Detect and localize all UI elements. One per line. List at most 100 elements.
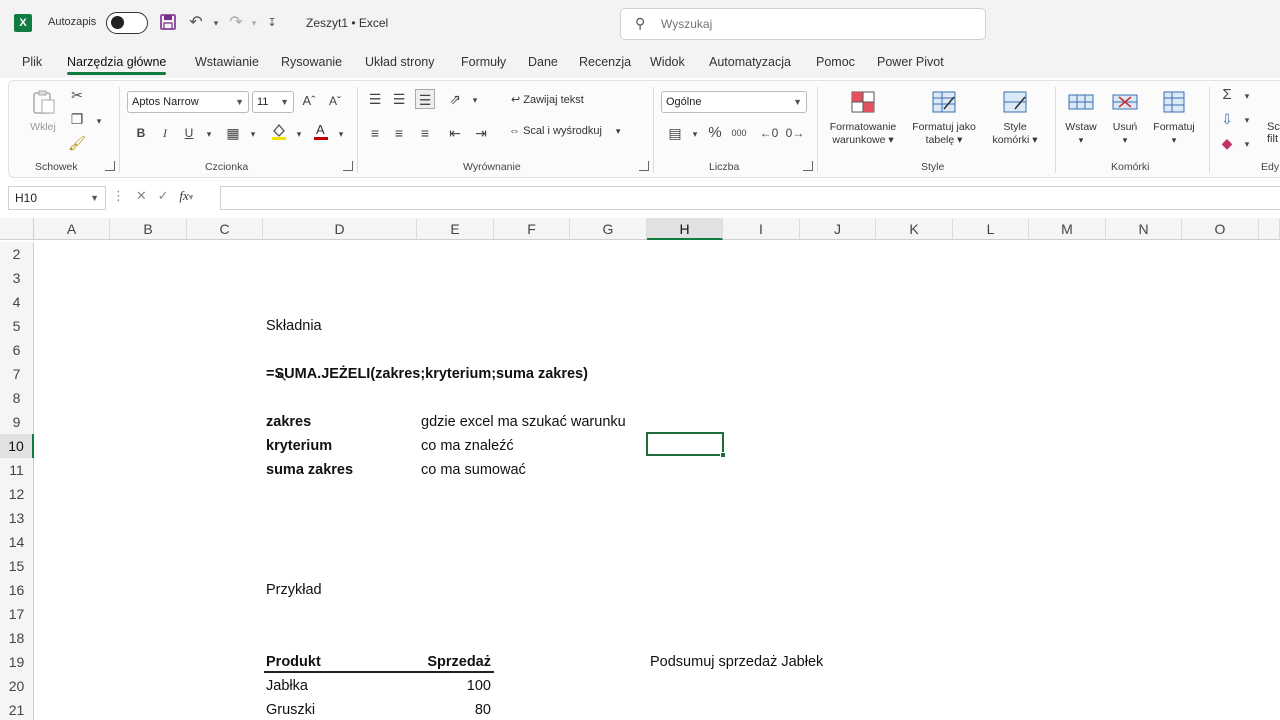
customize-toolbar-icon[interactable]: ↧ <box>262 13 282 33</box>
cancel-icon[interactable]: ✕ <box>136 188 147 203</box>
font-color-dropdown-icon[interactable]: ▾ <box>331 124 351 144</box>
insert-cells-button[interactable]: Wstaw ▾ <box>1061 89 1101 147</box>
italic-button[interactable]: I <box>155 123 175 143</box>
search-input[interactable] <box>661 14 961 34</box>
column-header-f[interactable]: F <box>494 218 570 240</box>
undo-dropdown-icon[interactable]: ▾ <box>206 13 226 33</box>
clear-icon[interactable]: ◆ <box>1217 133 1237 153</box>
row-header-2[interactable]: 2 <box>0 242 34 266</box>
row-header-4[interactable]: 4 <box>0 290 34 314</box>
underline-dropdown-icon[interactable]: ▾ <box>199 124 219 144</box>
redo-icon[interactable]: ↷ <box>226 13 246 33</box>
thousands-button[interactable]: 000 <box>729 123 749 143</box>
increase-indent-icon[interactable]: ⇥ <box>471 123 491 143</box>
cell-e20[interactable]: 100 <box>417 674 491 698</box>
autosave-toggle[interactable] <box>106 12 148 34</box>
borders-icon[interactable]: ▦ <box>223 123 243 143</box>
row-header-19[interactable]: 19 <box>0 650 34 674</box>
align-center-icon[interactable]: ≡ <box>389 123 409 143</box>
column-header-k[interactable]: K <box>876 218 953 240</box>
tab-dane[interactable]: Dane <box>528 55 558 69</box>
cell-d7[interactable]: =SUMA.JEŻELI(zakres;kryterium;suma zakre… <box>266 362 588 386</box>
cell-d5[interactable]: Składnia <box>266 314 322 338</box>
conditional-formatting-button[interactable]: Formatowanie warunkowe ▾ <box>821 89 905 147</box>
wrap-text-button[interactable]: ↩ Zawijaj tekst <box>511 93 584 106</box>
row-header-12[interactable]: 12 <box>0 482 34 506</box>
cell-d20[interactable]: Jabłka <box>266 674 308 698</box>
merge-center-button[interactable]: ⇔ Scal i wyśrodkuj ▾ <box>509 125 620 137</box>
column-header-m[interactable]: M <box>1029 218 1106 240</box>
font-size-dropdown[interactable]: 11 ▼ <box>252 91 294 113</box>
align-left-icon[interactable]: ≡ <box>365 123 385 143</box>
fill-handle[interactable] <box>720 452 726 458</box>
delete-cells-button[interactable]: Usuń ▾ <box>1105 89 1145 147</box>
column-header-h[interactable]: H <box>647 218 723 240</box>
column-header-c[interactable]: C <box>187 218 263 240</box>
tab-power-pivot[interactable]: Power Pivot <box>877 55 944 69</box>
align-middle-icon[interactable]: ☰ <box>389 89 409 109</box>
clipboard-launcher-icon[interactable] <box>105 161 115 171</box>
tab-wstawianie[interactable]: Wstawianie <box>195 55 259 69</box>
orientation-icon[interactable]: ⇗ <box>445 89 465 109</box>
enter-icon[interactable]: ✓ <box>158 188 169 203</box>
percent-button[interactable]: % <box>705 123 725 143</box>
column-header-l[interactable]: L <box>953 218 1029 240</box>
tab-rysowanie[interactable]: Rysowanie <box>281 55 342 69</box>
cell-h19[interactable]: Podsumuj sprzedaż Jabłek <box>650 650 823 674</box>
undo-icon[interactable]: ↶ <box>186 13 206 33</box>
font-color-icon[interactable]: A <box>311 121 331 141</box>
row-header-17[interactable]: 17 <box>0 602 34 626</box>
cut-icon[interactable]: ✂ <box>67 85 87 105</box>
underline-button[interactable]: U <box>179 123 199 143</box>
row-header-5[interactable]: 5 <box>0 314 34 338</box>
fill-color-dropdown-icon[interactable]: ▾ <box>289 124 309 144</box>
tab-plik[interactable]: Plik <box>22 55 42 69</box>
tab-formuly[interactable]: Formuły <box>461 55 506 69</box>
row-header-15[interactable]: 15 <box>0 554 34 578</box>
tab-uklad-strony[interactable]: Układ strony <box>365 55 434 69</box>
column-header-o[interactable]: O <box>1182 218 1259 240</box>
column-header-d[interactable]: D <box>263 218 417 240</box>
font-name-dropdown[interactable]: Aptos Narrow ▼ <box>127 91 249 113</box>
format-cells-button[interactable]: Formatuj ▾ <box>1149 89 1199 147</box>
cell-e9[interactable]: gdzie excel ma szukać warunku <box>421 410 626 434</box>
column-header-n[interactable]: N <box>1106 218 1182 240</box>
format-painter-icon[interactable]: 🖌 <box>67 133 87 153</box>
row-header-7[interactable]: 7 <box>0 362 34 386</box>
cell-d21[interactable]: Gruszki <box>266 698 315 720</box>
autosum-icon[interactable]: Σ <box>1217 85 1237 105</box>
cell-styles-button[interactable]: Style komórki ▾ <box>983 89 1047 147</box>
select-all-corner[interactable] <box>0 218 34 240</box>
column-header-b[interactable]: B <box>110 218 187 240</box>
tab-recenzja[interactable]: Recenzja <box>579 55 631 69</box>
formula-input[interactable] <box>220 186 1280 210</box>
name-box[interactable]: H10 ▼ <box>8 186 106 210</box>
cell-e11[interactable]: co ma sumować <box>421 458 526 482</box>
sort-filter-button[interactable]: Sc filt <box>1267 121 1280 145</box>
cell-e21[interactable]: 80 <box>417 698 491 720</box>
copy-dropdown-icon[interactable]: ▾ <box>89 111 109 131</box>
row-header-10[interactable]: 10 <box>0 434 34 458</box>
selected-cell-h10[interactable] <box>646 432 726 458</box>
row-header-11[interactable]: 11 <box>0 458 34 482</box>
align-bottom-icon[interactable]: ☰ <box>415 89 435 109</box>
column-header-g[interactable]: G <box>570 218 647 240</box>
orientation-dropdown-icon[interactable]: ▾ <box>465 90 485 110</box>
fill-icon[interactable]: ⇩ <box>1217 109 1237 129</box>
redo-dropdown-icon[interactable]: ▾ <box>244 13 264 33</box>
row-header-20[interactable]: 20 <box>0 674 34 698</box>
cell-e10[interactable]: co ma znaleźć <box>421 434 514 458</box>
column-header-a[interactable]: A <box>34 218 110 240</box>
column-header-i[interactable]: I <box>723 218 800 240</box>
tab-pomoc[interactable]: Pomoc <box>816 55 855 69</box>
format-as-table-button[interactable]: Formatuj jako tabelę ▾ <box>905 89 983 147</box>
column-header-e[interactable]: E <box>417 218 494 240</box>
fill-color-icon[interactable] <box>269 121 289 141</box>
align-top-icon[interactable]: ☰ <box>365 89 385 109</box>
insert-function-button[interactable]: fx <box>179 188 188 203</box>
column-header-j[interactable]: J <box>800 218 876 240</box>
number-format-dropdown[interactable]: Ogólne ▼ <box>661 91 807 113</box>
row-header-13[interactable]: 13 <box>0 506 34 530</box>
tab-narzedzia-glowne[interactable]: Narzędzia główne <box>67 55 167 75</box>
row-header-9[interactable]: 9 <box>0 410 34 434</box>
